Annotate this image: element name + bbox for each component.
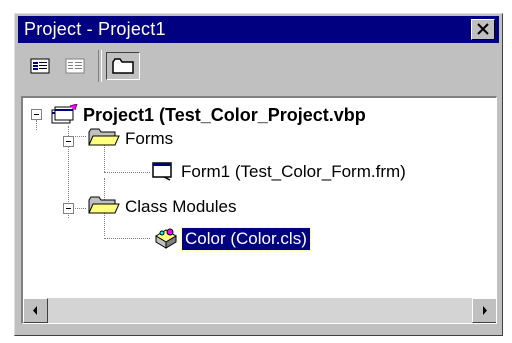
tree-node-project[interactable]: Project1 (Test_Color_Project.vbp	[83, 104, 366, 126]
tree-node-color-class[interactable]: Color (Color.cls)	[181, 227, 311, 251]
view-code-icon	[30, 58, 50, 74]
view-code-button[interactable]	[24, 52, 56, 80]
arrow-left-icon	[33, 306, 37, 315]
collapse-forms-toggle[interactable]	[63, 136, 74, 147]
tree-line	[104, 172, 150, 173]
title-bar[interactable]: Project - Project1	[18, 16, 499, 43]
tree-line	[104, 238, 150, 239]
toggle-folders-button[interactable]	[106, 52, 140, 80]
project-explorer-window: Project - Project1 Project1 (Test_Color_…	[14, 13, 503, 336]
class-module-icon	[155, 228, 177, 249]
open-folder-icon	[88, 128, 120, 146]
toolbar-separator	[98, 50, 102, 82]
folder-icon	[112, 58, 134, 74]
form-icon	[152, 162, 172, 181]
window-title: Project - Project1	[24, 19, 166, 39]
tree-node-class-modules[interactable]: Class Modules	[125, 196, 237, 218]
open-folder-icon	[88, 196, 120, 214]
tree-node-forms[interactable]: Forms	[125, 128, 173, 150]
close-icon	[477, 23, 489, 35]
scroll-left-button[interactable]	[23, 298, 48, 323]
tree-node-form1[interactable]: Form1 (Test_Color_Form.frm)	[181, 161, 406, 183]
scroll-track[interactable]	[48, 298, 472, 323]
view-object-button[interactable]	[59, 52, 91, 80]
collapse-project-toggle[interactable]	[31, 109, 42, 120]
collapse-class-modules-toggle[interactable]	[63, 203, 74, 214]
project-tree[interactable]: Project1 (Test_Color_Project.vbp Forms F…	[21, 96, 497, 324]
close-button[interactable]	[471, 19, 495, 40]
toolbar	[18, 46, 499, 86]
scroll-right-button[interactable]	[472, 298, 496, 323]
view-object-icon	[65, 58, 85, 74]
project-icon	[51, 104, 78, 124]
arrow-right-icon	[483, 306, 487, 315]
horizontal-scrollbar[interactable]	[23, 298, 496, 323]
tree-line	[36, 120, 37, 130]
